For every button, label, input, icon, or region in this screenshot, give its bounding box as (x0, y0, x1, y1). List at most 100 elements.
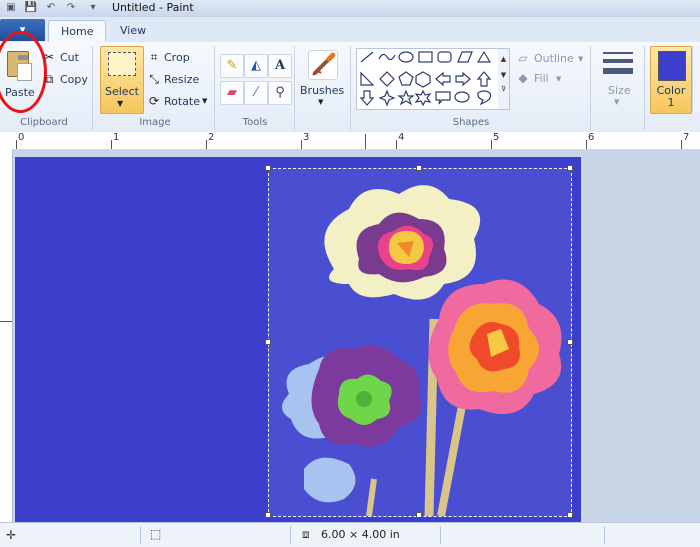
select-rectangle-icon (108, 52, 136, 76)
tab-home[interactable]: Home (48, 20, 107, 43)
redo-icon[interactable]: ↷ (64, 1, 78, 15)
image-size-icon: ⧈ (302, 527, 310, 541)
ruler-cursor-marker (0, 321, 12, 322)
ruler-tick-label: 1 (113, 132, 120, 143)
shapes-group-label: Shapes (452, 117, 490, 128)
status-divider (604, 526, 605, 544)
ruler-tick-label: 6 (588, 132, 595, 143)
expand-gallery-icon[interactable]: ⊽ (498, 85, 509, 93)
outline-label: Outline (534, 52, 574, 65)
ruler-tick-label: 4 (398, 132, 405, 143)
tools-group-label: Tools (242, 117, 268, 128)
crop-icon: ⌗ (150, 50, 158, 64)
selection-size-icon: ⬚ (150, 527, 162, 541)
resize-handle[interactable] (567, 165, 573, 171)
rotate-icon: ⟳ (148, 94, 160, 108)
ruler-tick-label: 0 (18, 132, 25, 143)
ruler-tick-label: 2 (208, 132, 215, 143)
resize-handle[interactable] (265, 339, 271, 345)
brushes-button[interactable]: Brushes ▼ (300, 46, 344, 112)
brushes-label: Brushes (300, 84, 345, 97)
resize-handle[interactable] (265, 512, 271, 518)
window-title: Untitled - Paint (112, 1, 194, 14)
cut-label: Cut (60, 51, 79, 64)
chevron-down-icon: ▼ (117, 99, 124, 108)
size-label: Size (608, 84, 631, 97)
color1-swatch (658, 51, 686, 81)
resize-icon: ⤡ (149, 72, 159, 86)
vertical-ruler (0, 149, 13, 522)
ruler-ticks (16, 134, 682, 149)
chevron-down-icon: ▼ (578, 55, 584, 63)
resize-label: Resize (164, 73, 200, 86)
resize-handle[interactable] (416, 512, 422, 518)
group-divider (350, 46, 351, 130)
ribbon: Paste ✂ Cut ⧉ Copy Clipboard Select ▼ ⌗ … (0, 31, 700, 133)
undo-icon[interactable]: ↶ (44, 1, 58, 15)
color2-button[interactable] (692, 46, 700, 112)
scissors-icon: ✂ (43, 50, 55, 64)
shapes-scrollbar[interactable]: ▲ ▼ ⊽ (498, 48, 510, 110)
line-thin-icon (603, 52, 633, 54)
copy-icon: ⧉ (44, 72, 54, 86)
highlight-circle (0, 31, 47, 113)
select-button[interactable]: Select ▼ (100, 46, 144, 114)
scroll-down-icon[interactable]: ▼ (498, 71, 509, 79)
fill-label: Fill (534, 72, 549, 85)
color1-label: Color 1 (656, 84, 686, 109)
line-medium-icon (603, 59, 633, 63)
color-picker-icon[interactable]: ⁄ (244, 81, 268, 105)
magnifier-icon[interactable]: ⚲ (268, 81, 292, 105)
chevron-down-icon: ▼ (614, 98, 620, 106)
rotate-label: Rotate (164, 95, 201, 108)
paste-button[interactable]: Paste (0, 31, 47, 113)
horizontal-ruler: 0 1 2 3 4 5 6 7 (0, 132, 700, 150)
customize-toolbar-icon[interactable]: ▾ (86, 1, 100, 15)
color1-button[interactable]: Color 1 (650, 46, 692, 114)
size-button[interactable]: Size ▼ (598, 46, 638, 112)
status-divider (290, 526, 291, 544)
status-divider (140, 526, 141, 544)
pasted-flower-image (269, 169, 571, 516)
copy-label: Copy (60, 73, 88, 86)
group-divider (590, 46, 591, 130)
chevron-down-icon: ▼ (202, 97, 208, 105)
clipboard-group-label: Clipboard (20, 117, 68, 128)
status-bar: ✛ ⬚ ⧈ 6.00 × 4.00 in (0, 522, 700, 547)
brush-icon (308, 50, 338, 80)
group-divider (294, 46, 295, 130)
scroll-up-icon[interactable]: ▲ (498, 55, 509, 63)
title-bar: ▣ 💾 ↶ ↷ ▾ Untitled - Paint (0, 0, 700, 18)
chevron-down-icon: ▼ (318, 98, 324, 106)
ruler-tick-label: 5 (493, 132, 500, 143)
cursor-position-icon: ✛ (6, 528, 17, 542)
chevron-down-icon: ▼ (556, 75, 562, 83)
shapes-gallery[interactable] (356, 48, 500, 110)
ribbon-tab-row: ▾ Home View (0, 17, 700, 43)
status-divider (440, 526, 441, 544)
tab-view[interactable]: View (108, 20, 158, 42)
pencil-icon[interactable]: ✎ (220, 54, 244, 78)
resize-handle[interactable] (416, 165, 422, 171)
resize-handle[interactable] (567, 339, 573, 345)
app-menu-icon[interactable]: ▣ (4, 1, 18, 15)
fill-icon: ◆ (518, 71, 528, 85)
text-icon[interactable]: A (268, 54, 292, 78)
eraser-icon[interactable]: ▰ (220, 81, 244, 105)
outline-icon: ▱ (518, 51, 528, 65)
crop-label: Crop (164, 51, 190, 64)
resize-handle[interactable] (567, 512, 573, 518)
save-icon[interactable]: 💾 (24, 1, 38, 15)
line-thick-icon (603, 68, 633, 74)
group-divider (214, 46, 215, 130)
image-size-readout: 6.00 × 4.00 in (321, 528, 400, 541)
ruler-tick-label: 3 (303, 132, 310, 143)
resize-handle[interactable] (265, 165, 271, 171)
select-label: Select (105, 85, 139, 98)
image-group-label: Image (139, 117, 171, 128)
pasted-image-selection[interactable] (268, 168, 572, 517)
ruler-tick-label: 7 (683, 132, 690, 143)
group-divider (644, 46, 645, 130)
fill-bucket-icon[interactable]: ◭ (244, 54, 268, 78)
group-divider (92, 46, 93, 130)
